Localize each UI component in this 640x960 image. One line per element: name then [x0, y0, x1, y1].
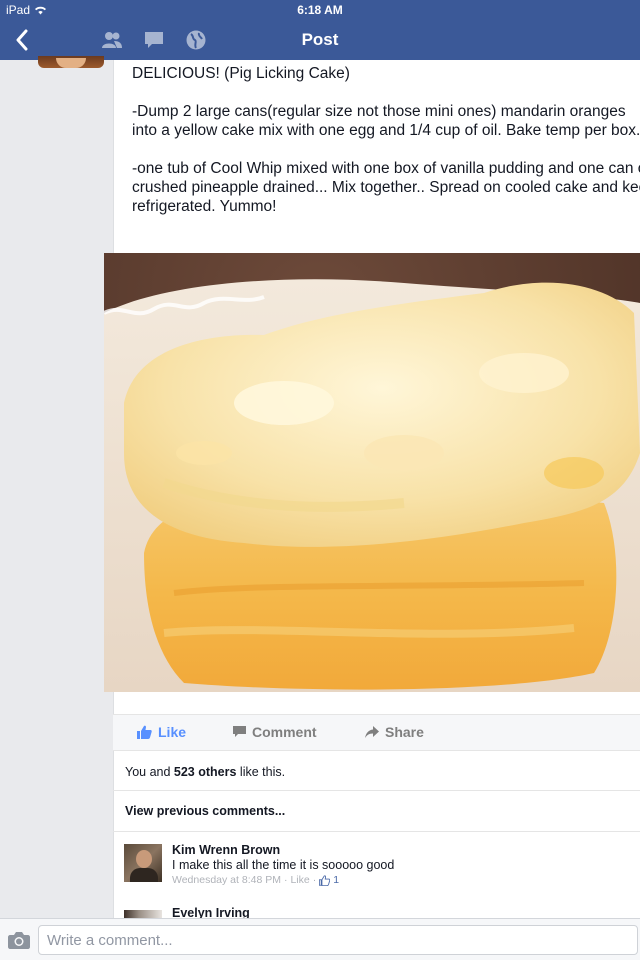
comment-input[interactable]: [38, 925, 638, 955]
meta-separator: ·: [283, 874, 288, 886]
commenter-name[interactable]: Kim Wrenn Brown: [172, 843, 280, 857]
comment-composer: [0, 918, 640, 960]
commenter-avatar[interactable]: [124, 844, 162, 882]
comment-time: Wednesday at 8:48 PM: [172, 874, 281, 886]
share-label: Share: [385, 724, 424, 740]
comment-bubble-icon: [233, 726, 246, 737]
cake-photo-illustration: [104, 253, 640, 692]
comment-like-count[interactable]: 1: [333, 874, 339, 886]
like-label: Like: [158, 724, 187, 740]
comment-label: Comment: [252, 724, 317, 740]
likes-suffix: like this.: [236, 765, 286, 779]
comment-text: I make this all the time it is sooooo go…: [172, 858, 395, 872]
status-time: 6:18 AM: [297, 3, 343, 17]
meta-separator: ·: [312, 874, 317, 886]
comment-like-link[interactable]: Like: [290, 874, 309, 886]
like-button[interactable]: Like: [137, 724, 186, 740]
share-arrow-icon: [365, 726, 379, 738]
post-paragraph: -Dump 2 large cans(regular size not thos…: [132, 103, 640, 139]
divider: [113, 790, 640, 791]
nav-bar: Post: [0, 20, 640, 60]
post-paragraph: -one tub of Cool Whip mixed with one box…: [132, 160, 640, 215]
likes-summary[interactable]: You and 523 others like this.: [125, 765, 285, 779]
comment-item: Evelyn Irving: [124, 905, 624, 919]
page-title: Post: [301, 30, 339, 49]
top-bar: iPad 6:18 AM Post: [0, 0, 640, 60]
thumbs-up-outline-icon: [319, 874, 331, 886]
comment-meta: Wednesday at 8:48 PM · Like · 1: [172, 874, 339, 886]
thumbs-up-icon: [137, 725, 152, 739]
status-bar: iPad 6:18 AM: [0, 0, 640, 20]
comment-button[interactable]: Comment: [233, 724, 317, 740]
author-avatar[interactable]: [38, 56, 104, 68]
post-photo[interactable]: [104, 253, 640, 692]
view-previous-comments-link[interactable]: View previous comments...: [125, 804, 285, 818]
camera-icon[interactable]: [8, 931, 30, 949]
post-action-bar: Like Comment Share: [113, 714, 640, 751]
likes-prefix: You and: [125, 765, 174, 779]
post-body: DELICIOUS! (Pig Licking Cake) -Dump 2 la…: [132, 64, 640, 235]
likes-count[interactable]: 523 others: [174, 765, 237, 779]
divider: [113, 831, 640, 832]
share-button[interactable]: Share: [365, 724, 424, 740]
post-title-line: DELICIOUS! (Pig Licking Cake): [132, 65, 350, 82]
